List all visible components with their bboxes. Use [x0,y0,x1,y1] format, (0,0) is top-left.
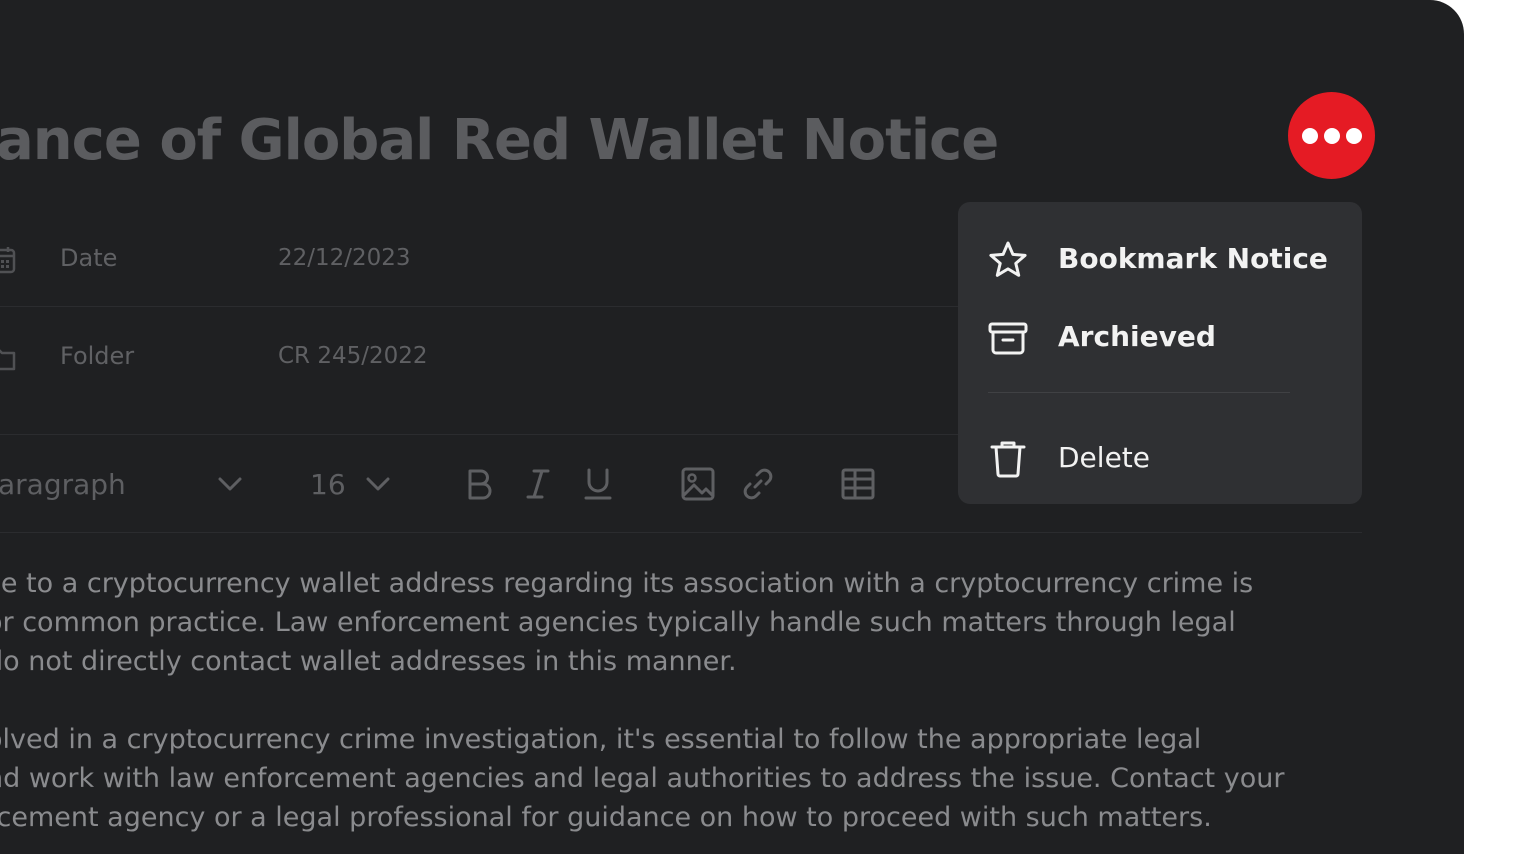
divider [0,532,1362,533]
date-value: 22/12/2023 [278,245,411,271]
body-line: ce to a cryptocurrency wallet address re… [0,568,1254,599]
folder-label: Folder [60,342,135,370]
more-dot [1345,127,1362,144]
calendar-icon [0,247,16,274]
menu-divider [988,392,1290,393]
body-line: nd work with law enforcement agencies an… [0,763,1285,794]
paragraph-style-select[interactable]: aragraph [0,468,126,501]
body-line: or common practice. Law enforcement agen… [0,607,1236,638]
menu-item-label: Bookmark Notice [1058,242,1328,275]
notice-panel: ance of Global Red Wallet Notice Date 22… [0,0,1464,854]
menu-item-label: Delete [1058,441,1150,474]
star-icon [989,241,1027,277]
divider [0,434,960,435]
more-options-button[interactable] [1288,92,1375,179]
menu-item-delete[interactable]: Delete [958,423,1362,487]
table-icon[interactable] [840,466,876,502]
more-dot [1301,127,1318,144]
body-line: rcement agency or a legal professional f… [0,802,1212,833]
menu-item-bookmark[interactable]: Bookmark Notice [958,224,1362,288]
folder-icon [0,349,16,371]
chevron-down-icon[interactable] [360,466,396,502]
body-line: olved in a cryptocurrency crime investig… [0,724,1202,755]
link-icon[interactable] [740,466,776,502]
body-line: do not directly contact wallet addresses… [0,646,737,677]
divider [0,306,960,307]
trash-icon [990,441,1026,478]
folder-value: CR 245/2022 [278,343,428,369]
archive-icon [988,322,1028,355]
underline-icon[interactable] [580,466,616,502]
date-row: Date 22/12/2023 [0,230,1000,290]
menu-item-label: Archieved [1058,320,1216,353]
notice-body: ce to a cryptocurrency wallet address re… [0,564,1284,837]
options-menu: Bookmark Notice Archieved Delete [958,202,1362,504]
folder-row: Folder CR 245/2022 [0,328,1000,388]
date-label: Date [60,244,118,272]
chevron-down-icon[interactable] [212,466,248,502]
notice-title: ance of Global Red Wallet Notice [0,108,999,173]
menu-item-archive[interactable]: Archieved [958,302,1362,366]
bold-icon[interactable] [461,466,497,502]
more-dot [1323,127,1340,144]
italic-icon[interactable] [520,466,556,502]
image-icon[interactable] [680,466,716,502]
font-size-select[interactable]: 16 [310,468,346,501]
